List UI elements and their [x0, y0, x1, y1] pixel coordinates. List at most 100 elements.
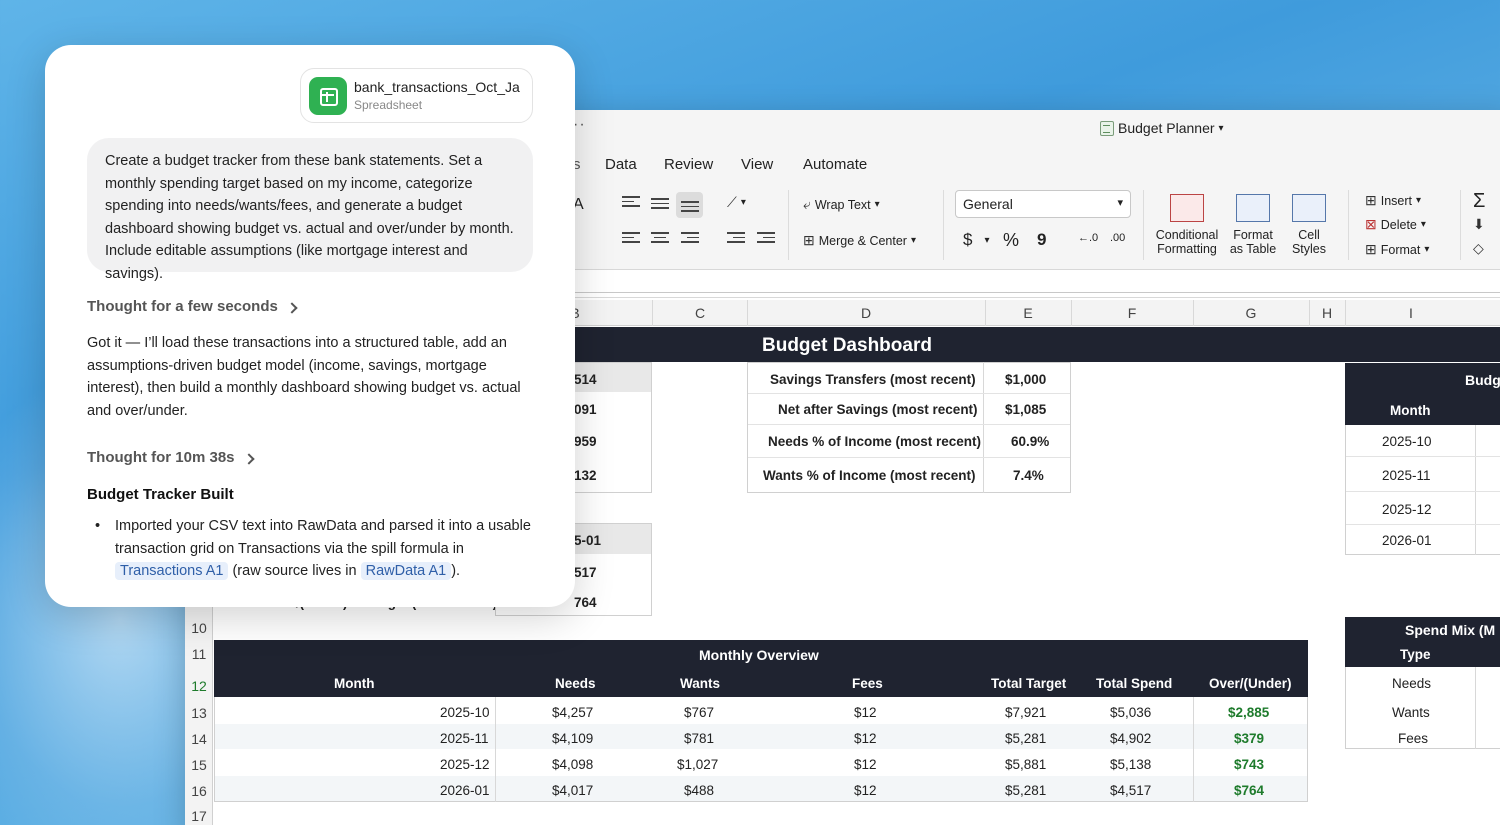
cell-month[interactable]: 2025-10 [440, 705, 490, 720]
cell-needs[interactable]: $4,017 [552, 783, 593, 798]
target-value[interactable]: 764 [574, 595, 597, 610]
autosum-button[interactable]: Σ [1473, 190, 1485, 213]
row-header-12[interactable]: 12 [185, 678, 213, 694]
metric-label[interactable]: Savings Transfers (most recent) [770, 372, 976, 387]
menu-review[interactable]: Review [664, 156, 713, 173]
align-left-icon[interactable] [622, 232, 640, 246]
cell-month[interactable]: 2025-11 [440, 731, 489, 746]
cell-fees[interactable]: $12 [854, 731, 877, 746]
summary-value[interactable]: 132 [574, 468, 597, 483]
thought-toggle-2[interactable]: Thought for 10m 38s [87, 449, 255, 466]
cell-fees[interactable]: $12 [854, 757, 877, 772]
cell-reference-link[interactable]: Transactions A1 [115, 562, 229, 580]
budget-month[interactable]: 2025-12 [1382, 502, 1432, 517]
budget-month[interactable]: 2025-11 [1382, 468, 1431, 483]
cell-over-under[interactable]: $379 [1234, 731, 1264, 746]
orientation-icon[interactable]: ⟋ ▾ [727, 194, 746, 211]
increase-indent-icon[interactable] [757, 232, 775, 246]
cell-month[interactable]: 2025-12 [440, 757, 490, 772]
cell-total-spend[interactable]: $5,138 [1110, 757, 1151, 772]
cell-needs[interactable]: $4,098 [552, 757, 593, 772]
cell-fees[interactable]: $12 [854, 705, 877, 720]
target-value[interactable]: 5-01 [574, 533, 601, 548]
column-header-d[interactable]: D [747, 305, 985, 321]
conditional-formatting-button[interactable]: Conditional Formatting [1153, 194, 1221, 256]
merge-center-button[interactable]: ⊞ Merge & Center ▾ [803, 232, 916, 249]
cell-month[interactable]: 2026-01 [440, 783, 490, 798]
cell-fees[interactable]: $12 [854, 783, 877, 798]
row-header-14[interactable]: 14 [185, 731, 213, 747]
target-value[interactable]: 517 [574, 565, 597, 580]
metric-label[interactable]: Needs % of Income (most recent) [768, 434, 981, 449]
wrap-text-button[interactable]: ⤶ Wrap Text ▾ [803, 196, 880, 213]
cell-needs[interactable]: $4,257 [552, 705, 593, 720]
row-header-11[interactable]: 11 [185, 646, 213, 662]
cell-total-spend[interactable]: $5,036 [1110, 705, 1151, 720]
cell-total-target[interactable]: $5,281 [1005, 731, 1046, 746]
cell-total-target[interactable]: $5,281 [1005, 783, 1046, 798]
metric-value[interactable]: 60.9% [1011, 434, 1049, 449]
align-center-icon[interactable] [651, 232, 669, 246]
decrease-indent-icon[interactable] [727, 232, 745, 246]
align-bottom-button[interactable] [676, 192, 703, 218]
spend-mix-type[interactable]: Wants [1392, 705, 1430, 720]
format-button[interactable]: ⊞ Format ▾ [1365, 241, 1429, 258]
align-right-icon[interactable] [681, 232, 699, 246]
document-title[interactable]: Budget Planner ▾ [1100, 120, 1224, 136]
metric-value[interactable]: $1,000 [1005, 372, 1046, 387]
cell-over-under[interactable]: $2,885 [1228, 705, 1269, 720]
row-header-17[interactable]: 17 [185, 808, 213, 824]
row-header-15[interactable]: 15 [185, 757, 213, 773]
spend-mix-type[interactable]: Needs [1392, 676, 1431, 691]
menu-view[interactable]: View [741, 156, 773, 173]
column-header-h[interactable]: H [1309, 305, 1345, 321]
menu-data[interactable]: Data [605, 156, 637, 173]
row-header-16[interactable]: 16 [185, 783, 213, 799]
summary-value[interactable]: 514 [574, 372, 597, 387]
cell-reference-link[interactable]: RawData A1 [360, 562, 452, 580]
align-top-icon[interactable] [622, 196, 640, 210]
column-header-c[interactable]: C [653, 305, 747, 321]
attachment-card[interactable]: bank_transactions_Oct_Ja Spreadsheet [300, 68, 533, 123]
column-header-f[interactable]: F [1071, 305, 1193, 321]
cell-wants[interactable]: $767 [684, 705, 714, 720]
cell-total-spend[interactable]: $4,517 [1110, 783, 1151, 798]
cell-wants[interactable]: $781 [684, 731, 714, 746]
column-header-e[interactable]: E [985, 305, 1071, 321]
cell-total-target[interactable]: $5,881 [1005, 757, 1046, 772]
fill-icon[interactable]: ⬇ [1473, 216, 1485, 233]
menu-automate[interactable]: Automate [803, 156, 867, 173]
format-as-table-button[interactable]: Format as Table [1227, 194, 1279, 256]
align-middle-icon[interactable] [651, 198, 669, 212]
budget-month[interactable]: 2025-10 [1382, 434, 1432, 449]
delete-button[interactable]: ⊠ Delete ▾ [1365, 216, 1426, 233]
spend-mix-type[interactable]: Fees [1398, 731, 1428, 746]
decrease-decimal-button[interactable]: .00 [1110, 232, 1125, 244]
cell-total-spend[interactable]: $4,902 [1110, 731, 1151, 746]
summary-value[interactable]: 959 [574, 434, 597, 449]
cell-wants[interactable]: $488 [684, 783, 714, 798]
comma-button[interactable]: 9 [1037, 230, 1046, 250]
metric-value[interactable]: $1,085 [1005, 402, 1046, 417]
thought-toggle-1[interactable]: Thought for a few seconds [87, 298, 298, 315]
cell-styles-button[interactable]: Cell Styles [1285, 194, 1333, 256]
percent-button[interactable]: % [1003, 230, 1019, 251]
increase-decimal-button[interactable]: ←.0 [1078, 232, 1098, 244]
budget-month[interactable]: 2026-01 [1382, 533, 1432, 548]
cell-wants[interactable]: $1,027 [677, 757, 718, 772]
metric-label[interactable]: Wants % of Income (most recent) [763, 468, 976, 483]
cell-over-under[interactable]: $743 [1234, 757, 1264, 772]
cell-needs[interactable]: $4,109 [552, 731, 593, 746]
cell-total-target[interactable]: $7,921 [1005, 705, 1046, 720]
column-header-i[interactable]: I [1345, 305, 1477, 321]
insert-button[interactable]: ⊞ Insert ▾ [1365, 192, 1421, 209]
row-header-13[interactable]: 13 [185, 705, 213, 721]
column-header-g[interactable]: G [1193, 305, 1309, 321]
number-format-select[interactable]: General ▾ [955, 190, 1131, 218]
metric-value[interactable]: 7.4% [1013, 468, 1044, 483]
clear-icon[interactable]: ◇ [1473, 240, 1484, 257]
metric-label[interactable]: Net after Savings (most recent) [778, 402, 978, 417]
summary-value[interactable]: 091 [574, 402, 597, 417]
currency-button[interactable]: $ ▾ [963, 230, 990, 250]
cell-over-under[interactable]: $764 [1234, 783, 1264, 798]
